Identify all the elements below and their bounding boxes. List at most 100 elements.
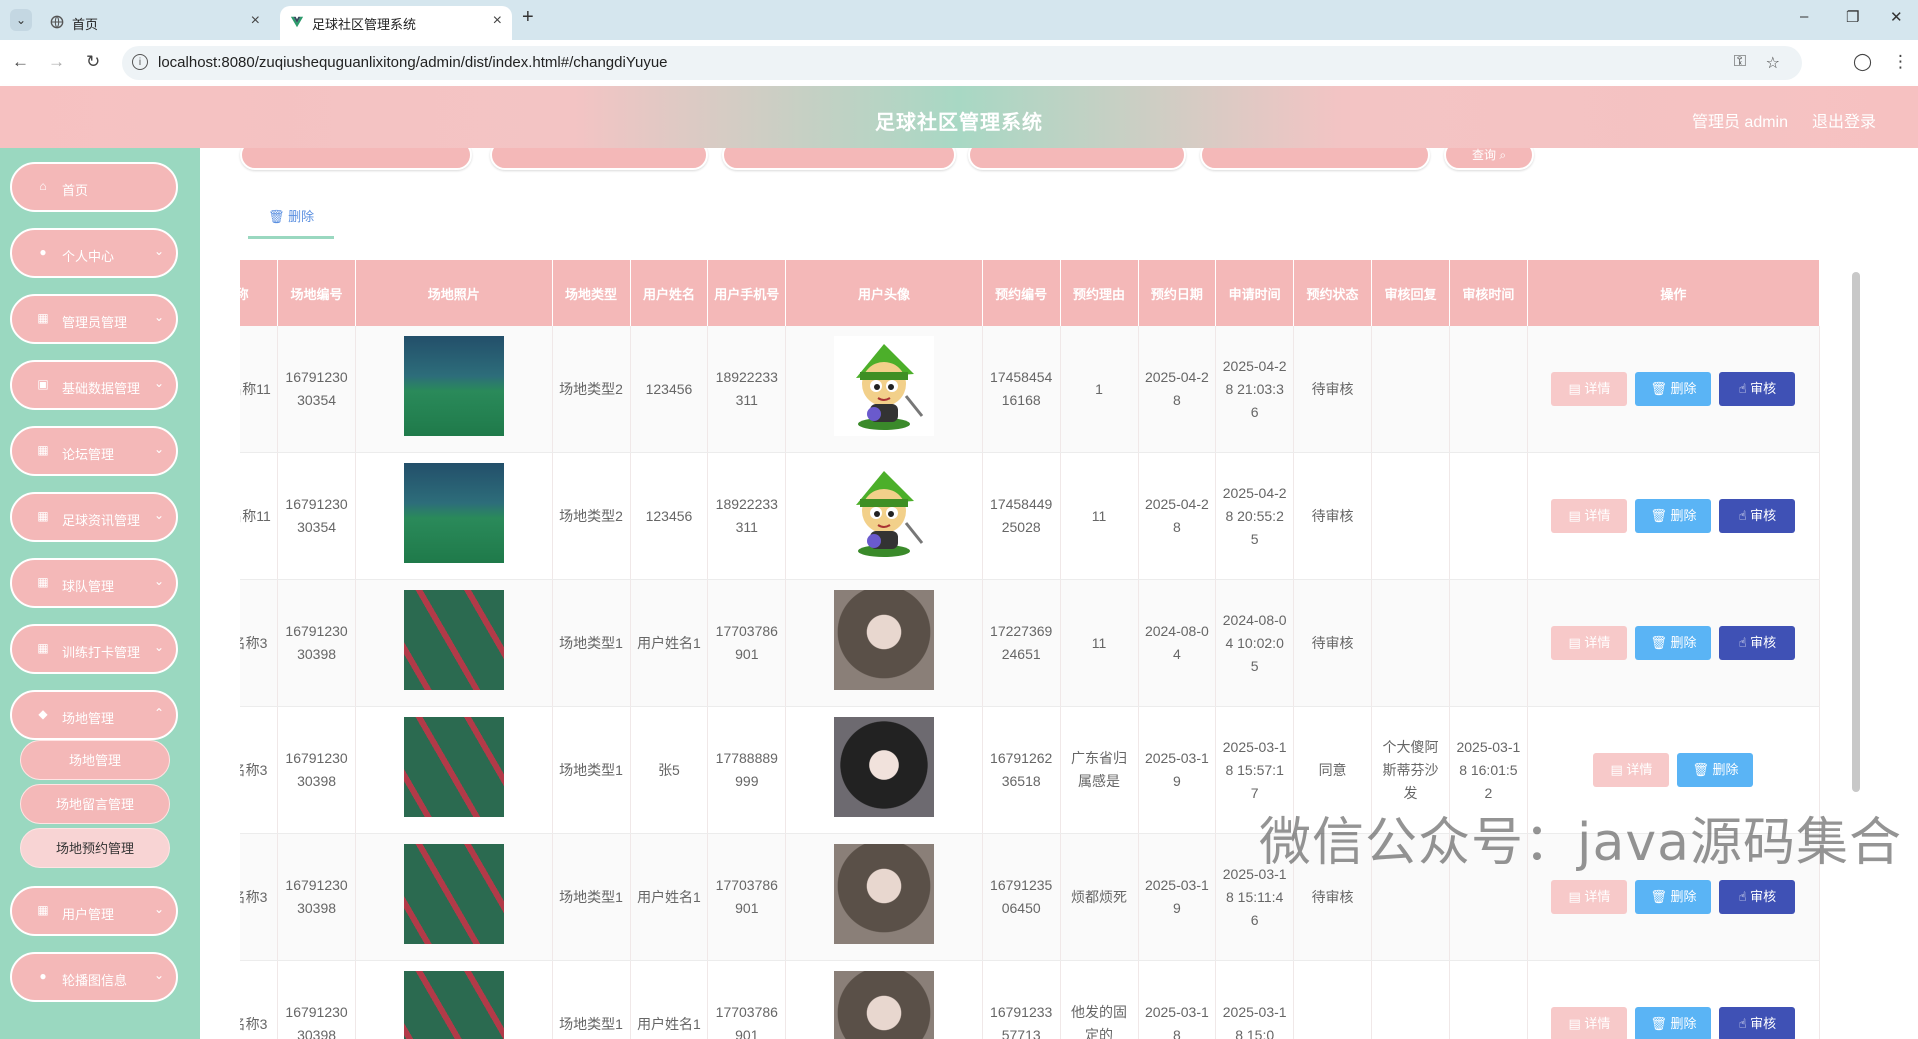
grid-icon: ▦: [37, 903, 49, 917]
star-icon[interactable]: ☆: [1766, 53, 1780, 73]
column-header: 预约编号: [982, 260, 1061, 326]
window-close-icon[interactable]: ✕: [1890, 8, 1903, 26]
sidebar-item-carousel[interactable]: ● 轮播图信息 ⌄: [10, 952, 178, 1002]
table-cell-date: 2025-04-28: [1138, 326, 1217, 453]
venue-photo-cell: [355, 326, 553, 453]
audit-button[interactable]: ☝ 审核: [1719, 626, 1796, 660]
column-header: 场地照片: [355, 260, 553, 326]
delete-button[interactable]: 🗑 删除: [1635, 499, 1712, 533]
search-field-user-name[interactable]: [722, 148, 956, 170]
new-tab-icon[interactable]: +: [522, 6, 534, 29]
sidebar-item-news[interactable]: ▦ 足球资讯管理 ⌄: [10, 492, 178, 542]
search-button[interactable]: 查询 ⌕: [1444, 148, 1534, 170]
search-field-venue-name[interactable]: [240, 148, 472, 170]
detail-button[interactable]: ▤ 详情: [1551, 499, 1628, 533]
sidebar-item-label: 管理员管理: [62, 315, 128, 330]
table-cell-date: 2024-08-04: [1138, 579, 1217, 707]
clipboard-icon: ▣: [37, 377, 49, 391]
vertical-scrollbar[interactable]: [1852, 272, 1860, 792]
table-cell-name: 场地名称3: [240, 833, 279, 961]
venue-photo: [403, 843, 504, 944]
hand-icon: ☝: [1738, 381, 1751, 396]
minimize-icon[interactable]: –: [1800, 8, 1808, 25]
detail-button[interactable]: ▤ 详情: [1593, 753, 1670, 787]
location-icon: ●: [39, 969, 47, 983]
sidebar-item-admin[interactable]: ▦ 管理员管理 ⌄: [10, 294, 178, 344]
sidebar-item-users[interactable]: ▦ 用户管理 ⌄: [10, 886, 178, 936]
sidebar-item-label: 场地管理: [62, 711, 115, 726]
search-field-booking-no[interactable]: [1200, 148, 1430, 170]
sidebar-item-forum[interactable]: ▦ 论坛管理 ⌄: [10, 426, 178, 476]
detail-button[interactable]: ▤ 详情: [1551, 372, 1628, 406]
table-cell-reason: 1: [1060, 326, 1139, 453]
profile-icon[interactable]: ◯: [1853, 52, 1872, 72]
table-cell-apply-time: 2025-04-28 20:55:25: [1215, 452, 1295, 580]
delete-button[interactable]: 🗑 删除: [1635, 1007, 1712, 1039]
logout-link[interactable]: 退出登录: [1812, 108, 1876, 132]
sidebar-item-basic-data[interactable]: ▣ 基础数据管理 ⌄: [10, 360, 178, 410]
submenu-venue-manage[interactable]: 场地管理: [20, 740, 170, 780]
url-field[interactable]: i localhost:8080/zuqiushequguanlixitong/…: [122, 46, 1802, 80]
column-header: 审核回复: [1371, 260, 1450, 326]
document-icon: ▤: [1568, 1016, 1585, 1031]
browser-tab-home[interactable]: 首页 ×: [40, 6, 270, 40]
detail-button[interactable]: ▤ 详情: [1551, 880, 1628, 914]
search-field-booking-status[interactable]: [968, 148, 1186, 170]
table-cell-code: 1679123030398: [277, 833, 356, 961]
audit-button[interactable]: ☝ 审核: [1719, 1007, 1796, 1039]
sidebar-item-team[interactable]: ▦ 球队管理 ⌄: [10, 558, 178, 608]
table-cell-user: 用户姓名1: [630, 833, 709, 961]
batch-delete-button[interactable]: 🗑 删除: [268, 206, 314, 225]
sidebar-item-home[interactable]: ⌂ 首页: [10, 162, 178, 212]
reload-icon[interactable]: ↻: [86, 52, 100, 72]
site-info-icon[interactable]: i: [132, 54, 148, 70]
sidebar-item-training[interactable]: ▦ 训练打卡管理 ⌄: [10, 624, 178, 674]
table-cell-reason: 他发的固定的: [1060, 960, 1139, 1039]
audit-button[interactable]: ☝ 审核: [1719, 880, 1796, 914]
detail-button-label: 详情: [1584, 635, 1611, 650]
more-menu-icon[interactable]: ⋮: [1892, 52, 1909, 72]
forward-icon[interactable]: →: [48, 52, 65, 72]
delete-button[interactable]: 🗑 删除: [1635, 880, 1712, 914]
detail-button-label: 详情: [1584, 889, 1611, 904]
restore-icon[interactable]: ❐: [1846, 8, 1859, 26]
delete-button[interactable]: 🗑 删除: [1635, 626, 1712, 660]
avatar: [834, 970, 934, 1039]
table-cell-audit-time: [1449, 326, 1528, 453]
close-icon[interactable]: ×: [251, 12, 260, 30]
table-cell-apply-time: 2025-04-28 21:03:36: [1215, 326, 1295, 453]
delete-button[interactable]: 🗑 删除: [1677, 753, 1754, 787]
table-cell-user: 用户姓名1: [630, 960, 709, 1039]
avatar: [834, 843, 934, 944]
venue-photo: [403, 970, 504, 1039]
avatar: [834, 462, 934, 563]
table-cell-phone: 18922233311: [707, 452, 787, 580]
table-cell-date: 2025-03-19: [1138, 706, 1217, 834]
audit-button-label: 审核: [1750, 381, 1777, 396]
tab-search-dropdown-icon[interactable]: ⌄: [10, 9, 32, 31]
detail-button[interactable]: ▤ 详情: [1551, 1007, 1628, 1039]
user-icon: ●: [39, 245, 47, 259]
submenu-venue-booking[interactable]: 场地预约管理: [20, 828, 170, 868]
back-icon[interactable]: ←: [12, 52, 29, 72]
detail-button[interactable]: ▤ 详情: [1551, 626, 1628, 660]
search-bar: 查询 ⌕: [240, 148, 1840, 172]
submenu-venue-message[interactable]: 场地留言管理: [20, 784, 170, 824]
key-icon[interactable]: ⚿: [1734, 53, 1746, 71]
table-cell-reason: 烦都烦死: [1060, 833, 1139, 961]
browser-tab-active[interactable]: 足球社区管理系统 ×: [280, 6, 512, 40]
venue-photo-cell: [355, 960, 553, 1039]
browser-tab-bar: ⌄ 首页 × 足球社区管理系统 × + – ❐ ✕: [0, 0, 1918, 40]
sidebar-item-label: 训练打卡管理: [62, 645, 141, 660]
audit-button[interactable]: ☝ 审核: [1719, 372, 1796, 406]
sidebar-item-profile[interactable]: ● 个人中心 ⌄: [10, 228, 178, 278]
table-cell-booking-no: 1722736924651: [982, 579, 1061, 707]
table-cell-type: 场地类型2: [552, 326, 631, 453]
search-field-venue-type[interactable]: [490, 148, 708, 170]
table-cell-booking-no: 1679126236518: [982, 706, 1061, 834]
audit-button[interactable]: ☝ 审核: [1719, 499, 1796, 533]
close-icon[interactable]: ×: [493, 12, 502, 30]
table-cell-code: 1679123030398: [277, 579, 356, 707]
delete-button[interactable]: 🗑 删除: [1635, 372, 1712, 406]
sidebar-item-venue[interactable]: ◆ 场地管理 ⌃: [10, 690, 178, 740]
